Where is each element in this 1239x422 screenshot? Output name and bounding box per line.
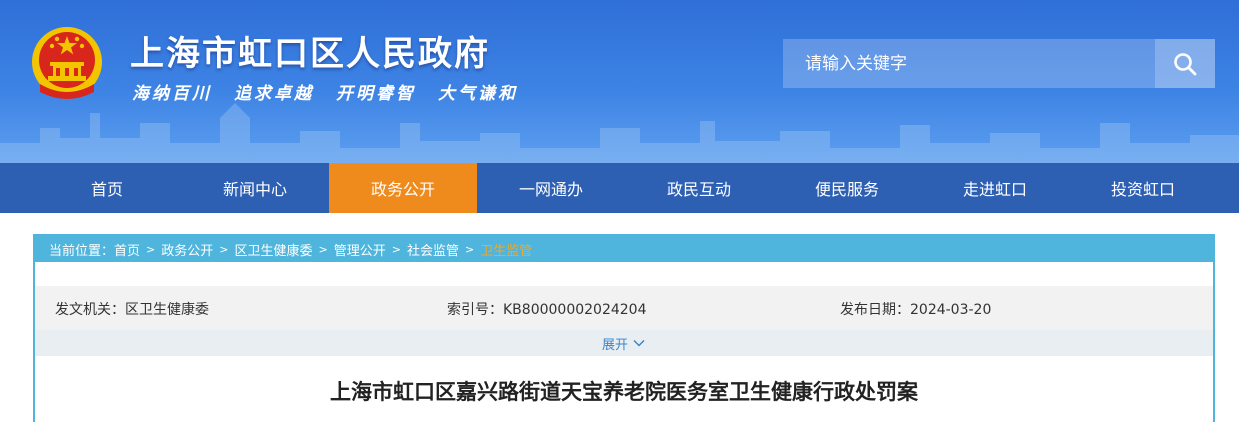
breadcrumb-separator-icon: > bbox=[318, 242, 328, 256]
main-nav: 首页 新闻中心 政务公开 一网通办 政民互动 便民服务 走进虹口 投资虹口 bbox=[0, 163, 1239, 213]
meta-issuer: 发文机关：区卫生健康委 bbox=[55, 299, 209, 319]
slogan-row: 海纳百川 追求卓越 开明睿智 大气谦和 bbox=[132, 79, 518, 104]
breadcrumb-item[interactable]: 区卫生健康委 bbox=[234, 240, 312, 259]
nav-item-invest-hongkou[interactable]: 投资虹口 bbox=[1069, 163, 1217, 213]
breadcrumb: 当前位置： 首页 > 政务公开 > 区卫生健康委 > 管理公开 > 社会监管 >… bbox=[35, 236, 1213, 262]
site-title: 上海市虹口区人民政府 bbox=[130, 34, 490, 74]
meta-date-label: 发布日期： bbox=[840, 302, 910, 318]
slogan: 海纳百川 bbox=[132, 84, 212, 104]
search-input[interactable] bbox=[783, 39, 1155, 88]
search-icon bbox=[1174, 52, 1197, 75]
site-header: 上海市虹口区人民政府 海纳百川 追求卓越 开明睿智 大气谦和 bbox=[0, 0, 1239, 163]
nav-item-news[interactable]: 新闻中心 bbox=[181, 163, 329, 213]
nav-item-interaction[interactable]: 政民互动 bbox=[625, 163, 773, 213]
meta-date-value: 2024-03-20 bbox=[910, 302, 992, 318]
breadcrumb-item[interactable]: 管理公开 bbox=[334, 240, 386, 259]
content-panel: 当前位置： 首页 > 政务公开 > 区卫生健康委 > 管理公开 > 社会监管 >… bbox=[33, 234, 1215, 422]
expand-label: 展开 bbox=[601, 337, 628, 353]
slogan: 大气谦和 bbox=[438, 84, 518, 104]
breadcrumb-separator-icon: > bbox=[391, 242, 401, 256]
breadcrumb-item[interactable]: 政务公开 bbox=[161, 240, 213, 259]
meta-index-label: 索引号： bbox=[447, 302, 503, 318]
nav-item-government-affairs[interactable]: 政务公开 bbox=[329, 163, 477, 213]
slogan: 追求卓越 bbox=[234, 84, 314, 104]
meta-issuer-label: 发文机关： bbox=[55, 302, 125, 318]
breadcrumb-separator-icon: > bbox=[464, 242, 475, 256]
nav-item-citizen-service[interactable]: 便民服务 bbox=[773, 163, 921, 213]
breadcrumb-prefix: 当前位置： bbox=[49, 243, 115, 259]
meta-issuer-value: 区卫生健康委 bbox=[125, 302, 209, 318]
breadcrumb-separator-icon: > bbox=[219, 242, 229, 256]
breadcrumb-item[interactable]: 首页 bbox=[114, 240, 140, 259]
breadcrumb-separator-icon: > bbox=[146, 242, 156, 256]
nav-item-about-hongkou[interactable]: 走进虹口 bbox=[921, 163, 1069, 213]
nav-item-home[interactable]: 首页 bbox=[33, 163, 181, 213]
meta-index-value: KB80000002024204 bbox=[503, 302, 647, 318]
expand-toggle[interactable]: 展开 bbox=[35, 330, 1213, 356]
article-title: 上海市虹口区嘉兴路街道天宝养老院医务室卫生健康行政处罚案 bbox=[330, 379, 918, 404]
nav-item-online-service[interactable]: 一网通办 bbox=[477, 163, 625, 213]
chevron-down-icon bbox=[633, 339, 645, 347]
breadcrumb-item-current[interactable]: 卫生监管 bbox=[480, 240, 532, 259]
national-emblem-icon bbox=[32, 27, 102, 99]
document-meta: 发文机关：区卫生健康委 索引号：KB80000002024204 发布日期：20… bbox=[35, 286, 1213, 330]
slogan: 开明睿智 bbox=[336, 84, 416, 104]
search-button[interactable] bbox=[1155, 39, 1215, 88]
meta-index: 索引号：KB80000002024204 bbox=[447, 299, 647, 319]
breadcrumb-item[interactable]: 社会监管 bbox=[407, 240, 459, 259]
meta-date: 发布日期：2024-03-20 bbox=[840, 299, 991, 319]
